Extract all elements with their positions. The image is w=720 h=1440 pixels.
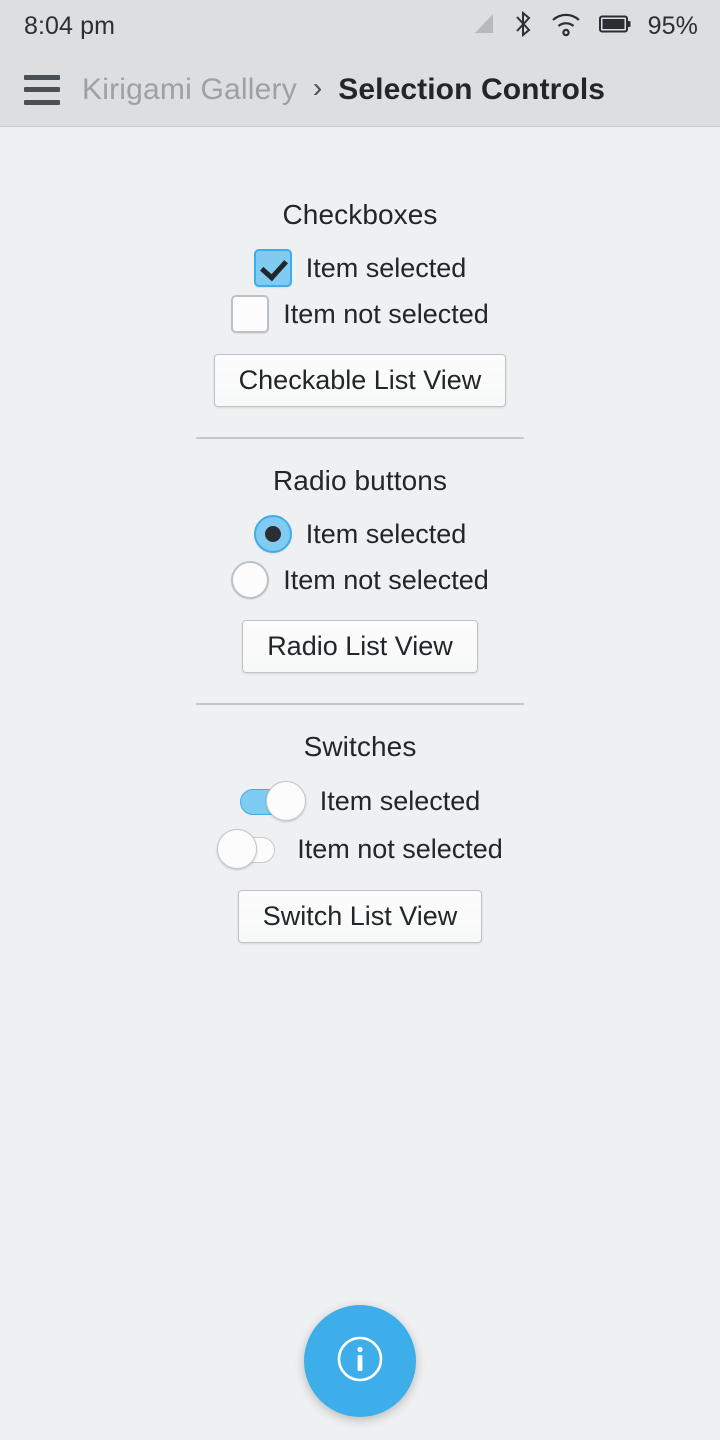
- radio-label: Item selected: [305, 518, 467, 549]
- switch-label: Item selected: [319, 785, 481, 816]
- app-toolbar: Kirigami Gallery › Selection Controls: [0, 53, 720, 127]
- radio-checked-icon[interactable]: [253, 515, 292, 553]
- radio-list-view-button[interactable]: Radio List View: [242, 620, 478, 673]
- section-title: Checkboxes: [282, 199, 438, 230]
- section-switches: Switches Item selected Item not selected…: [196, 731, 524, 943]
- section-radio-buttons: Radio buttons Item selected Item not sel…: [196, 465, 524, 673]
- switch-knob: [265, 781, 306, 821]
- switch-row-selected[interactable]: Item selected: [239, 781, 481, 821]
- breadcrumb-root[interactable]: Kirigami Gallery: [82, 73, 297, 107]
- radio-label: Item not selected: [283, 564, 489, 595]
- hamburger-bar: [24, 99, 60, 105]
- info-icon: [332, 1331, 388, 1392]
- battery-icon: [598, 14, 631, 39]
- switch-on-icon[interactable]: [239, 781, 306, 821]
- checkbox-label: Item not selected: [283, 298, 489, 329]
- radio-row-selected[interactable]: Item selected: [253, 515, 467, 553]
- hamburger-bar: [24, 74, 60, 80]
- checkbox-label: Item selected: [305, 252, 467, 283]
- page-title: Selection Controls: [338, 72, 606, 106]
- switch-off-icon[interactable]: [217, 829, 283, 869]
- radio-row-unselected[interactable]: Item not selected: [231, 561, 489, 599]
- bluetooth-icon: [513, 10, 533, 43]
- status-clock: 8:04 pm: [24, 12, 116, 40]
- switch-label: Item not selected: [297, 833, 503, 864]
- status-bar: 8:04 pm 95%: [0, 0, 720, 53]
- section-separator: [196, 703, 524, 705]
- info-fab-button[interactable]: [304, 1305, 416, 1417]
- section-title: Switches: [303, 731, 417, 762]
- section-checkboxes: Checkboxes Item selected Item not select…: [196, 199, 524, 407]
- hamburger-bar: [24, 87, 60, 92]
- checkbox-row-unselected[interactable]: Item not selected: [231, 295, 489, 333]
- status-icons: 95%: [470, 10, 698, 43]
- switch-knob: [217, 829, 258, 869]
- checkbox-unchecked-icon[interactable]: [231, 295, 270, 333]
- wifi-icon: [550, 12, 582, 42]
- signal-icon: [470, 12, 496, 41]
- page-content: Checkboxes Item selected Item not select…: [0, 127, 720, 1440]
- chevron-right-icon: ›: [312, 71, 323, 103]
- switch-list-view-button[interactable]: Switch List View: [237, 890, 483, 943]
- section-title: Radio buttons: [272, 465, 448, 496]
- radio-unchecked-icon[interactable]: [231, 561, 270, 599]
- app-screen: 8:04 pm 95% Kirigami Gallery › Selection…: [0, 0, 720, 1440]
- checkbox-row-selected[interactable]: Item selected: [253, 249, 467, 287]
- checkable-list-view-button[interactable]: Checkable List View: [213, 354, 507, 407]
- switch-row-unselected[interactable]: Item not selected: [217, 829, 503, 869]
- hamburger-menu-icon[interactable]: [24, 74, 60, 105]
- battery-percent: 95%: [647, 12, 698, 40]
- checkbox-checked-icon[interactable]: [253, 249, 292, 287]
- section-separator: [196, 437, 524, 439]
